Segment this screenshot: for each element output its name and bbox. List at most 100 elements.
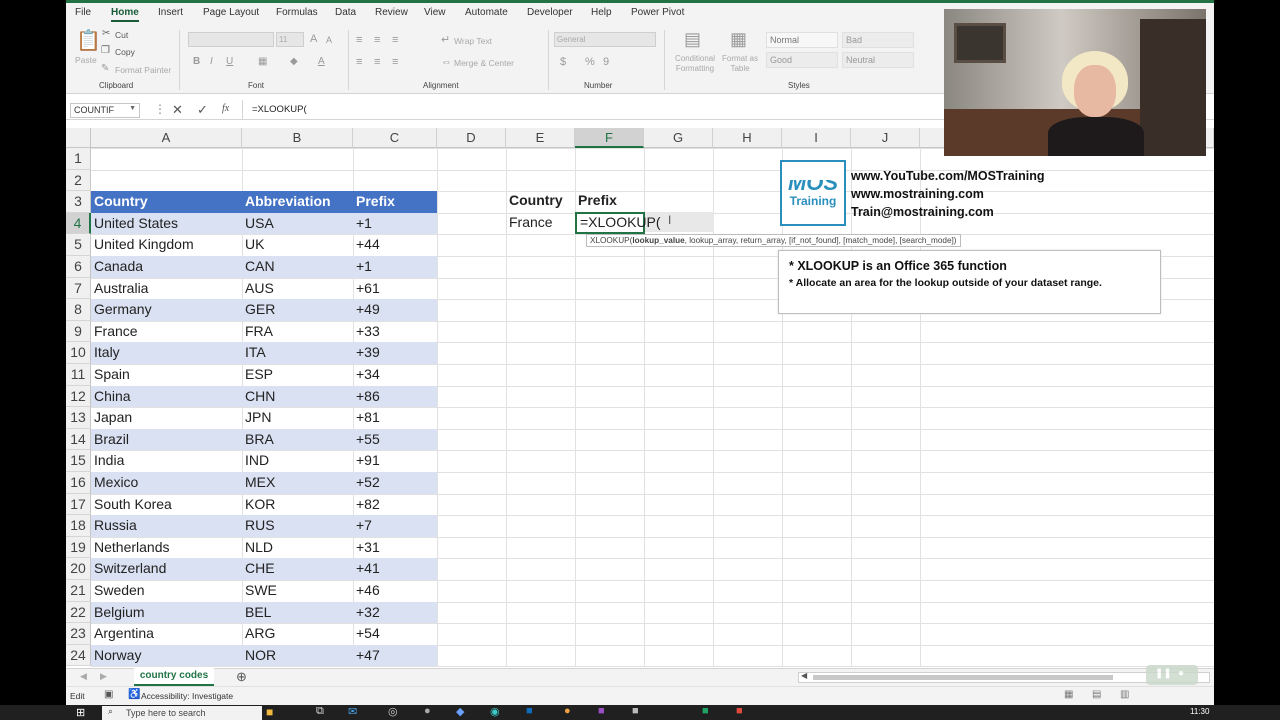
table-cell[interactable]: ARG — [242, 623, 353, 645]
table-cell[interactable]: Japan — [91, 407, 242, 429]
row-header-22[interactable]: 22 — [66, 601, 91, 624]
scroll-thumb[interactable] — [813, 675, 1113, 680]
style-normal[interactable]: Normal — [766, 32, 838, 48]
cut-icon[interactable]: ✂ — [102, 28, 110, 40]
page-layout-view-icon[interactable]: ▤ — [1092, 689, 1101, 700]
row-header-16[interactable]: 16 — [66, 472, 91, 494]
tab-insert[interactable]: Insert — [158, 7, 183, 18]
table-cell[interactable]: China — [91, 385, 242, 408]
table-cell[interactable]: JPN — [242, 407, 353, 429]
video-controls[interactable]: ❚❚ ● — [1146, 665, 1198, 685]
italic-icon[interactable]: I — [210, 56, 213, 68]
table-cell[interactable]: +55 — [353, 428, 437, 451]
website-link[interactable]: www.mostraining.com — [851, 185, 1045, 203]
table-cell[interactable]: +82 — [353, 494, 437, 516]
table-cell[interactable]: Brazil — [91, 428, 242, 451]
dell-icon[interactable]: ● — [424, 705, 431, 717]
align-left-icon[interactable]: ≡ — [356, 56, 362, 68]
table-cell[interactable]: GER — [242, 299, 353, 321]
wrap-text-icon[interactable]: ↵ — [441, 34, 450, 46]
format-as-table-icon[interactable]: ▦ — [730, 29, 747, 49]
decrease-font-icon[interactable]: A — [326, 34, 332, 46]
table-cell[interactable]: ESP — [242, 364, 353, 386]
function-tooltip[interactable]: XLOOKUP(lookup_value, lookup_array, retu… — [586, 234, 961, 247]
row-header-23[interactable]: 23 — [66, 623, 91, 645]
table-cell[interactable]: United Kingdom — [91, 234, 242, 256]
wrap-text-button[interactable]: Wrap Text — [454, 36, 492, 46]
briefcase-icon[interactable]: ■ — [266, 705, 273, 719]
row-header-6[interactable]: 6 — [66, 256, 91, 278]
cut-button[interactable]: Cut — [115, 30, 128, 40]
tab-view[interactable]: View — [424, 7, 446, 18]
cancel-icon[interactable]: ✕ — [172, 102, 183, 118]
table-cell[interactable]: +54 — [353, 623, 437, 645]
prev-sheet-icon[interactable]: ◀ — [80, 671, 87, 682]
table-cell[interactable]: CAN — [242, 256, 353, 278]
table-cell[interactable]: FRA — [242, 321, 353, 343]
align-bottom-icon[interactable]: ≡ — [392, 34, 398, 46]
row-header-18[interactable]: 18 — [66, 515, 91, 537]
row-header-10[interactable]: 10 — [66, 342, 91, 364]
format-painter-button[interactable]: Format Painter — [115, 65, 171, 75]
accessibility-status[interactable]: Accessibility: Investigate — [141, 691, 233, 701]
tab-page-layout[interactable]: Page Layout — [203, 7, 259, 18]
row-header-17[interactable]: 17 — [66, 493, 91, 516]
style-good[interactable]: Good — [766, 52, 838, 68]
borders-icon[interactable]: ▦ — [258, 56, 267, 68]
table-cell[interactable]: South Korea — [91, 494, 242, 516]
table-cell[interactable]: AUS — [242, 278, 353, 300]
conditional-formatting-button[interactable]: Conditional Formatting — [670, 54, 720, 74]
conditional-formatting-icon[interactable]: ▤ — [684, 29, 701, 49]
table-cell[interactable]: USA — [242, 212, 353, 235]
table-cell[interactable]: +1 — [353, 256, 437, 278]
table-cell[interactable]: +7 — [353, 515, 437, 537]
lookup-country-value[interactable]: France — [506, 212, 576, 234]
table-cell[interactable]: +49 — [353, 299, 437, 321]
insert-function-icon[interactable]: fx — [222, 103, 229, 114]
table-cell[interactable]: +91 — [353, 450, 437, 472]
windows-start-icon[interactable]: ⊞ — [76, 706, 85, 719]
select-all-button[interactable] — [66, 128, 91, 148]
column-header-j[interactable]: J — [851, 128, 920, 148]
outlook-icon[interactable]: ■ — [526, 705, 533, 717]
underline-icon[interactable]: U — [226, 56, 233, 68]
column-header-b[interactable]: B — [242, 128, 353, 148]
percent-icon[interactable]: % — [585, 56, 595, 68]
table-cell[interactable]: NOR — [242, 644, 353, 667]
table-cell[interactable]: Canada — [91, 256, 242, 278]
table-cell[interactable]: NLD — [242, 537, 353, 559]
accessibility-icon[interactable]: ♿ — [128, 689, 140, 700]
tab-home[interactable]: Home — [111, 7, 139, 22]
snagit-icon[interactable]: ■ — [736, 705, 743, 717]
table-cell[interactable]: France — [91, 321, 242, 343]
table-cell[interactable]: Switzerland — [91, 558, 242, 580]
table-cell[interactable]: +52 — [353, 472, 437, 494]
row-header-21[interactable]: 21 — [66, 580, 91, 602]
style-bad[interactable]: Bad — [842, 32, 914, 48]
table-cell[interactable]: +81 — [353, 407, 437, 429]
table-cell[interactable]: +33 — [353, 321, 437, 343]
table-cell[interactable]: +34 — [353, 364, 437, 386]
table-cell[interactable]: +32 — [353, 601, 437, 624]
merge-icon[interactable]: ⇔ — [441, 56, 452, 68]
column-header-d[interactable]: D — [437, 128, 506, 148]
table-cell[interactable]: CHN — [242, 385, 353, 408]
table-cell[interactable]: +46 — [353, 580, 437, 602]
row-header-8[interactable]: 8 — [66, 299, 91, 321]
fill-color-icon[interactable]: ◆ — [290, 56, 298, 68]
copy-button[interactable]: Copy — [115, 47, 135, 57]
lookup-prefix-label[interactable]: Prefix — [575, 190, 645, 212]
font-name-select[interactable] — [188, 32, 274, 47]
column-header-e[interactable]: E — [506, 128, 575, 148]
tab-file[interactable]: File — [75, 7, 91, 18]
table-cell[interactable]: +41 — [353, 558, 437, 580]
name-box[interactable]: COUNTIF ▼ — [70, 103, 140, 118]
table-cell[interactable]: +1 — [353, 212, 437, 235]
row-header-14[interactable]: 14 — [66, 428, 91, 451]
row-header-12[interactable]: 12 — [66, 385, 91, 408]
app-icon[interactable]: ◆ — [456, 705, 464, 718]
table-header-abbreviation[interactable]: Abbreviation — [242, 191, 353, 213]
lookup-country-label[interactable]: Country — [506, 190, 576, 212]
tab-data[interactable]: Data — [335, 7, 356, 18]
column-header-i[interactable]: I — [782, 128, 851, 148]
